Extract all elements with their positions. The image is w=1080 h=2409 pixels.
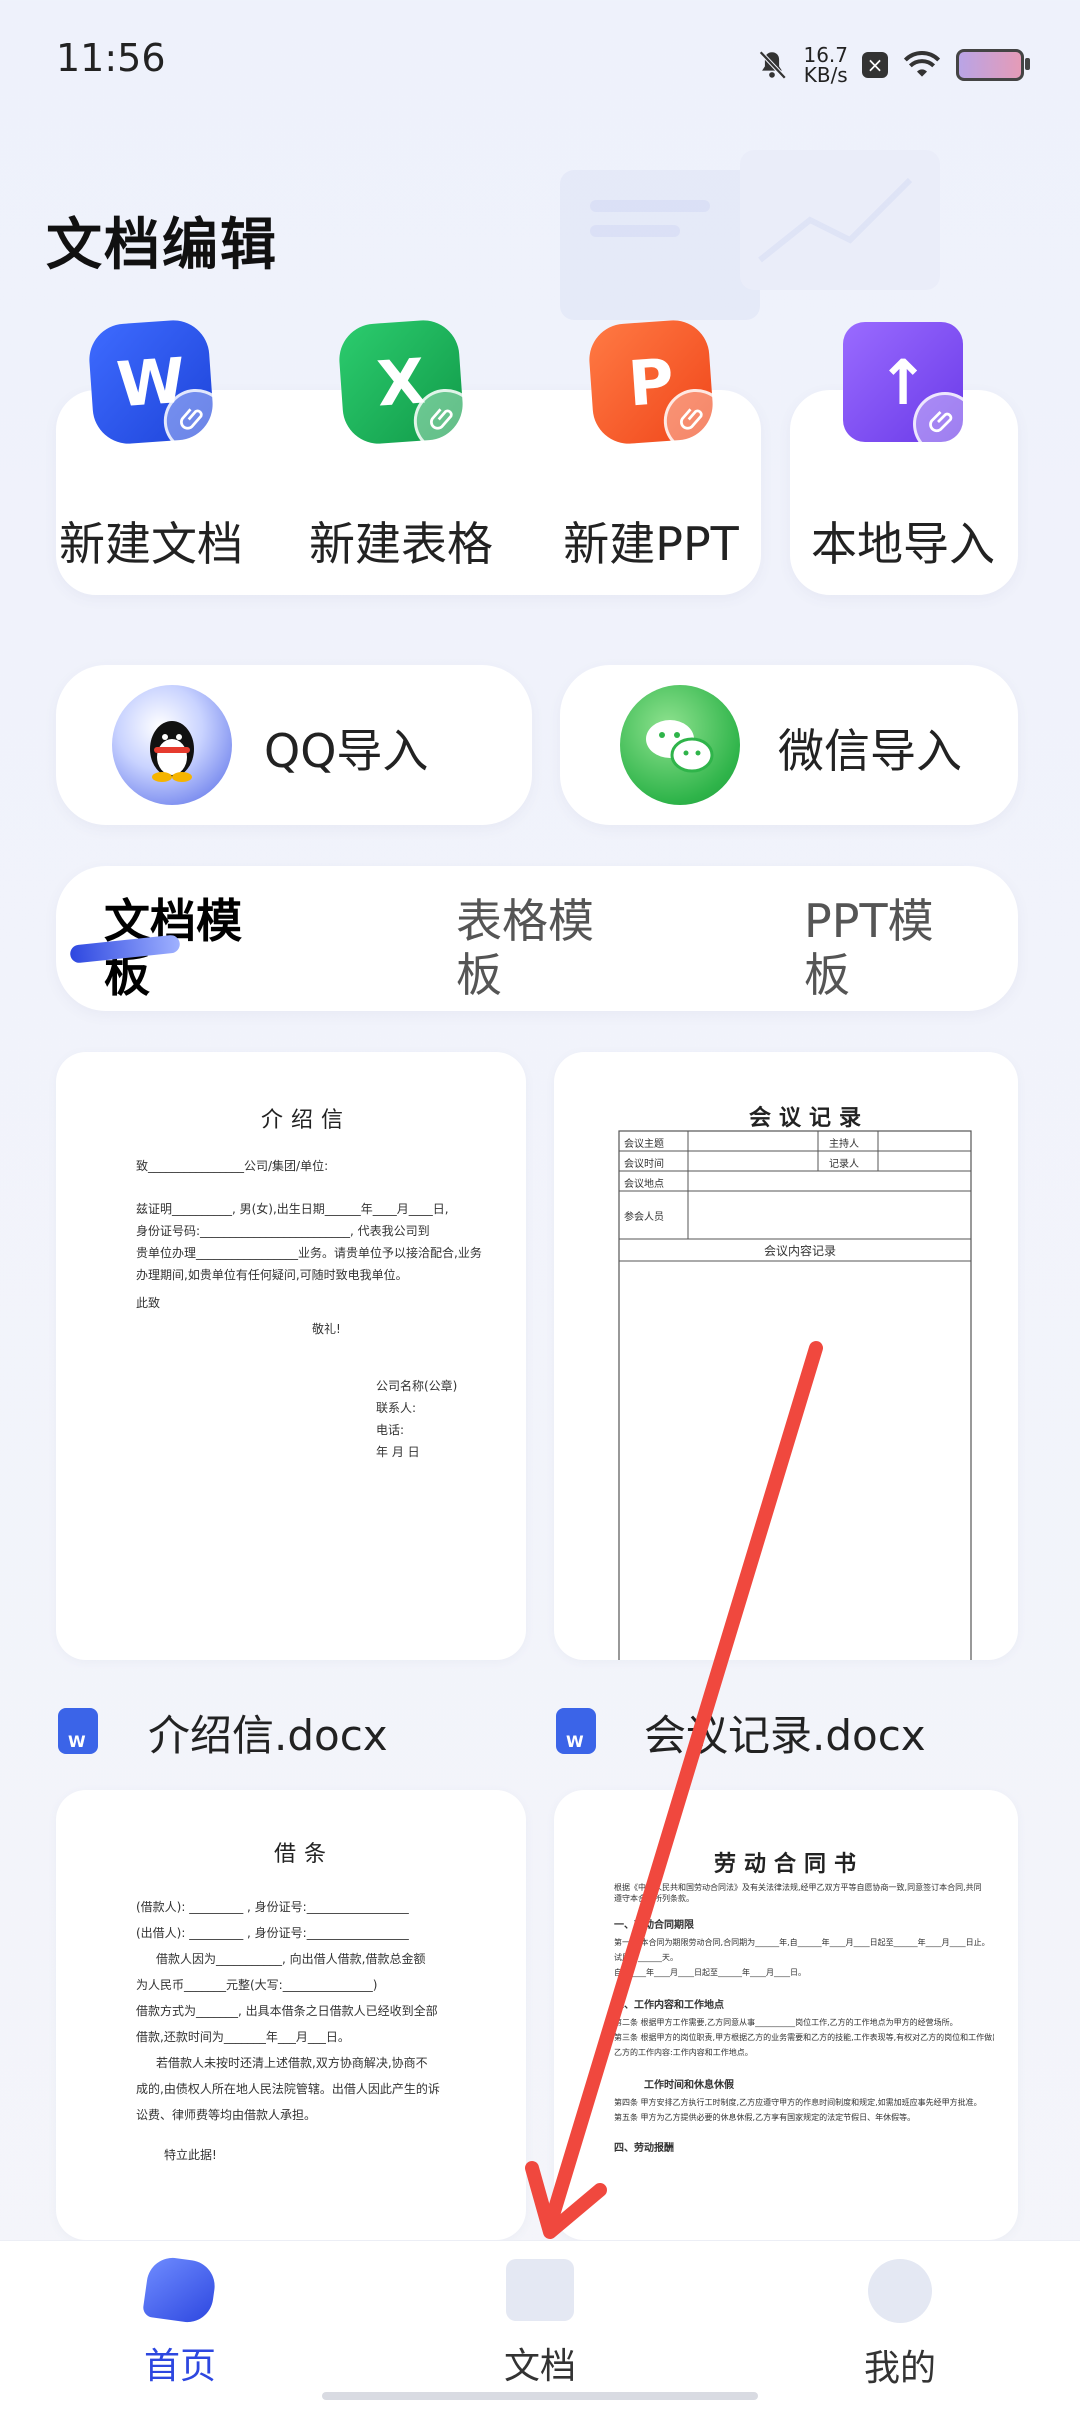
status-time: 11:56 — [56, 36, 166, 80]
table-cell: 会议主题 — [624, 1139, 664, 1150]
home-icon — [142, 2254, 218, 2326]
template-doc-title: 借条 — [274, 1842, 335, 1867]
doc-line: 遵守本合同所列条款。 — [614, 1894, 694, 1903]
qq-import-label: QQ导入 — [264, 724, 429, 778]
contract-body: 根据《中华人民共和国劳动合同法》及有关法律法规,经甲乙双方平等自愿协商一致,同意… — [614, 1882, 994, 2154]
nav-documents[interactable]: 文档 — [460, 2259, 620, 2389]
table-cell: 记录人 — [829, 1159, 859, 1170]
doc-line: 第四条 甲方安排乙方执行工时制度,乙方应遵守甲方的作息时间制度和规定,如需加班应… — [614, 2098, 982, 2107]
tab-ppt-templates[interactable]: PPT模板 — [804, 894, 954, 1002]
doc-line: 兹证明__________, 男(女),出生日期______年____月____… — [136, 1202, 449, 1216]
folder-upload-icon: ↑ — [843, 322, 977, 456]
doc-line: 致________________公司/集团/单位: — [136, 1159, 329, 1173]
doc-line: 此致 — [136, 1296, 161, 1310]
gesture-bar — [322, 2392, 758, 2400]
word-file-icon: W — [556, 1708, 596, 1754]
doc-line: 公司名称(公章) — [376, 1379, 458, 1393]
doc-line: 贵单位办理_________________业务。请贵单位予以接洽配合,业务 — [136, 1246, 482, 1260]
template-card-iou[interactable]: 借条 (借款人): _________ , 身份证号:_____________… — [56, 1790, 526, 2240]
attachment-icon — [913, 392, 977, 456]
new-document-label: 新建文档 — [59, 517, 243, 571]
doc-line: 为人民币_______元整(大写:_______________) — [136, 1978, 378, 1992]
meeting-table — [618, 1130, 972, 1660]
nav-home[interactable]: 首页 — [100, 2254, 260, 2389]
nav-profile[interactable]: 我的 — [820, 2259, 980, 2391]
status-icons: 16.7 KB/s × — [755, 40, 1030, 90]
speed-value: 16.7 — [803, 43, 848, 67]
network-speed: 16.7 KB/s — [803, 45, 848, 85]
doc-line: 若借款人未按时还清上述借款,双方协商解决,协商不 — [156, 2056, 428, 2070]
doc-line: 四、劳动报酬 — [614, 2143, 674, 2154]
close-notification-icon: × — [862, 52, 888, 78]
table-cell: 主持人 — [829, 1139, 859, 1150]
doc-line: 身份证号码:_________________________, 代表我公司到 — [136, 1224, 430, 1238]
qq-import-button[interactable]: QQ导入 — [56, 665, 532, 825]
doc-line: 第五条 甲方为乙方提供必要的休息休假,乙方享有国家规定的法定节假日、年休假等。 — [614, 2113, 916, 2122]
doc-line: 第二条 根据甲方工作需要,乙方同意从事__________岗位工作,乙方的工作地… — [614, 2018, 958, 2027]
doc-line: 第三条 根据甲方的岗位职责,甲方根据乙方的业务需要和乙方的技能,工作表现等,有权… — [614, 2033, 994, 2042]
file-name-introduction-letter[interactable]: 介绍信.docx — [148, 1702, 388, 1763]
table-cell: 参会人员 — [624, 1212, 664, 1223]
doc-line: 联系人: — [376, 1401, 417, 1415]
nav-profile-label: 我的 — [863, 2348, 936, 2389]
ppt-icon: P — [586, 317, 730, 456]
excel-icon: X — [336, 317, 480, 456]
word-file-icon: W — [58, 1708, 98, 1754]
template-doc-title: 会议记录 — [749, 1106, 870, 1131]
doc-line: (出借人): _________ , 身份证号:________________… — [136, 1926, 409, 1940]
nav-home-label: 首页 — [143, 2346, 216, 2387]
doc-line: 借款方式为_______, 出具本借条之日借款人已经收到全部 — [136, 2004, 438, 2018]
word-icon: W — [86, 317, 230, 456]
mute-bell-icon — [759, 50, 787, 80]
doc-line: 一、劳动合同期限 — [614, 1920, 694, 1931]
template-card-labor-contract[interactable]: 劳动合同书 根据《中华人民共和国劳动合同法》及有关法律法规,经甲乙双方平等自愿协… — [554, 1790, 1018, 2240]
template-card-introduction-letter[interactable]: 介绍信 致________________公司/集团/单位: 兹证明______… — [56, 1052, 526, 1660]
table-cell: 会议时间 — [624, 1159, 664, 1170]
doc-line: 成的,由债权人所在地人民法院管辖。出借人因此产生的诉 — [136, 2082, 440, 2096]
tab-spreadsheet-templates[interactable]: 表格模板 — [456, 894, 606, 1002]
doc-line: 自______年____月____日起至______年____月____日。 — [614, 1968, 806, 1977]
table-cell: 会议地点 — [624, 1179, 664, 1190]
table-cell: 会议内容记录 — [764, 1244, 837, 1258]
template-doc-title: 劳动合同书 — [714, 1852, 865, 1877]
doc-line: 借款人因为___________, 向出借人借款,借款总金额 — [156, 1952, 426, 1966]
qq-icon — [112, 685, 232, 805]
doc-line: 根据《中华人民共和国劳动合同法》及有关法律法规,经甲乙双方平等自愿协商一致,同意… — [614, 1883, 982, 1892]
local-import-button[interactable]: ↑ 本地导入 — [790, 322, 1018, 595]
speed-unit: KB/s — [803, 63, 848, 87]
bottom-navigation: 首页 文档 我的 — [0, 2240, 1080, 2409]
template-card-meeting-minutes[interactable]: 会议记录 会议主题 主持人 会议时间 记录人 会议地点 参会人员 会议内容记录 — [554, 1052, 1018, 1660]
template-doc-title: 介绍信 — [261, 1108, 352, 1133]
template-tabs: 文档模板 表格模板 PPT模板 — [56, 866, 1018, 1011]
wechat-import-button[interactable]: 微信导入 — [560, 665, 1018, 825]
battery-icon — [956, 49, 1030, 81]
doc-line: 工作时间和休息休假 — [644, 2080, 734, 2091]
wechat-import-label: 微信导入 — [778, 724, 962, 778]
doc-line: 讼费、律师费等均由借款人承担。 — [136, 2108, 317, 2122]
doc-line: (借款人): _________ , 身份证号:________________… — [136, 1900, 409, 1914]
doc-line: 特立此据! — [164, 2148, 217, 2162]
profile-icon — [868, 2259, 932, 2323]
doc-line: 年 月 日 — [376, 1445, 420, 1459]
doc-line: 敬礼! — [312, 1322, 341, 1336]
new-file-card: W 新建文档 X 新建表格 P 新建PPT — [56, 317, 761, 595]
page-title: 文档编辑 — [46, 213, 278, 278]
new-spreadsheet-label: 新建表格 — [309, 517, 493, 571]
wifi-icon — [903, 51, 941, 77]
doc-line: 借款,还款时间为_______年___月___日。 — [136, 2030, 350, 2044]
doc-line: 第一条 本合同为期限劳动合同,合同期为______年,自______年____月… — [614, 1938, 990, 1947]
doc-line: 电话: — [376, 1423, 405, 1437]
doc-line: 乙方的工作内容:工作内容和工作地点。 — [614, 2048, 753, 2057]
doc-line: 办理期间,如贵单位有任何疑问,可随时致电我单位。 — [136, 1268, 408, 1282]
new-ppt-label: 新建PPT — [563, 517, 739, 571]
folder-icon — [506, 2259, 574, 2321]
local-import-label: 本地导入 — [811, 517, 995, 571]
doc-line: 二、工作内容和工作地点 — [614, 2000, 724, 2011]
file-name-meeting-minutes[interactable]: 会议记录.docx — [644, 1702, 926, 1763]
wechat-icon — [620, 685, 740, 805]
doc-line: 试用期______天。 — [614, 1953, 678, 1962]
nav-documents-label: 文档 — [503, 2346, 576, 2387]
